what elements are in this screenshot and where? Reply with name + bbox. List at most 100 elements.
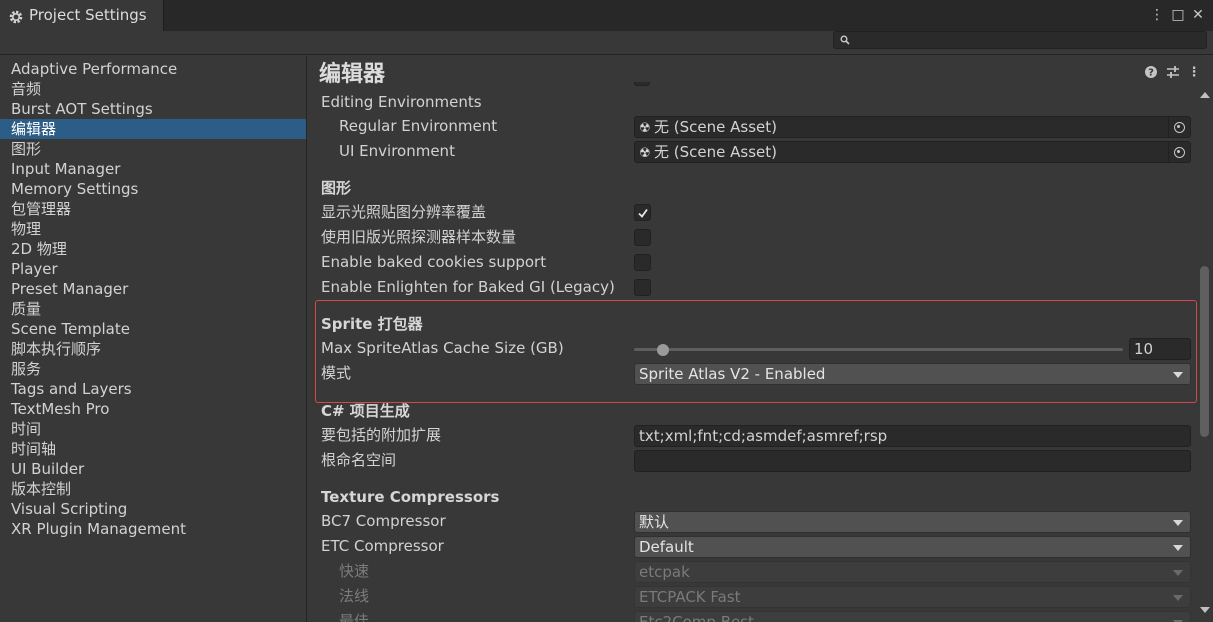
sidebar-item-package-manager[interactable]: 包管理器 <box>0 199 306 219</box>
etc-normal-dropdown: ETCPACK Fast <box>634 586 1191 608</box>
sidebar-item-physics-2d[interactable]: 2D 物理 <box>0 239 306 259</box>
sidebar-item-burst-aot[interactable]: Burst AOT Settings <box>0 99 306 119</box>
sprite-mode-dropdown[interactable]: Sprite Atlas V2 - Enabled <box>634 363 1191 385</box>
legacy-light-probe-checkbox[interactable] <box>634 229 651 246</box>
sidebar-item-version-control[interactable]: 版本控制 <box>0 479 306 499</box>
gear-icon <box>9 10 23 24</box>
sprite-atlas-cache-slider[interactable] <box>634 348 1123 351</box>
sidebar-item-visual-scripting[interactable]: Visual Scripting <box>0 499 306 519</box>
additional-extensions-input[interactable]: txt;xml;fnt;cd;asmdef;asmref;rsp <box>634 425 1191 447</box>
sidebar-item-physics[interactable]: 物理 <box>0 219 306 239</box>
bc7-compressor-dropdown[interactable]: 默认 <box>634 511 1191 533</box>
chevron-down-icon <box>1173 595 1183 601</box>
scene-asset-icon: ☢ <box>639 121 651 136</box>
bc7-compressor-label: BC7 Compressor <box>321 512 446 530</box>
baked-cookies-label: Enable baked cookies support <box>321 253 547 271</box>
close-icon: ✕ <box>1192 7 1204 23</box>
chevron-down-icon <box>1173 570 1183 576</box>
sidebar-item-memory-settings[interactable]: Memory Settings <box>0 179 306 199</box>
lightmap-resolution-override-checkbox[interactable] <box>634 204 651 221</box>
editing-environments-heading: Editing Environments <box>321 93 482 111</box>
tab-project-settings[interactable]: Project Settings <box>0 0 164 31</box>
search-bar <box>0 31 1213 55</box>
sidebar-item-scene-template[interactable]: Scene Template <box>0 319 306 339</box>
etc-compressor-label: ETC Compressor <box>321 537 444 555</box>
settings-content: 编辑器 ? ⋮ Editing Environments Regular Env… <box>308 56 1197 622</box>
etc-compressor-dropdown[interactable]: Default <box>634 536 1191 558</box>
root-namespace-label: 根命名空间 <box>321 451 397 469</box>
settings-menu-button[interactable]: ⋮ <box>1186 64 1198 80</box>
ui-environment-field[interactable]: ☢ 无 (Scene Asset) <box>634 141 1191 163</box>
scrollbar-thumb[interactable] <box>1200 266 1209 437</box>
kebab-menu-icon: ⋮ <box>1150 7 1164 23</box>
object-picker-button[interactable] <box>1168 117 1190 137</box>
enlighten-baked-gi-label: Enable Enlighten for Baked GI (Legacy) <box>321 278 615 296</box>
window-menu-button[interactable]: ⋮ <box>1149 6 1165 24</box>
etc-normal-label: 法线 <box>339 587 370 605</box>
sidebar-item-adaptive-performance[interactable]: Adaptive Performance <box>0 59 306 79</box>
regular-environment-label: Regular Environment <box>339 117 498 135</box>
close-button[interactable]: ✕ <box>1190 6 1206 24</box>
page-title: 编辑器 <box>319 62 386 87</box>
etc-best-dropdown: Etc2Comp Best <box>634 611 1191 622</box>
sprite-mode-label: 模式 <box>321 364 352 382</box>
ui-environment-label: UI Environment <box>339 142 455 160</box>
preset-sliders-icon <box>1167 66 1179 78</box>
search-icon <box>840 35 850 45</box>
sidebar-item-graphics[interactable]: 图形 <box>0 139 306 159</box>
object-picker-icon <box>1174 121 1185 133</box>
additional-extensions-label: 要包括的附加扩展 <box>321 426 442 444</box>
legacy-light-probe-label: 使用旧版光照探测器样本数量 <box>321 228 517 246</box>
maximize-button[interactable]: □ <box>1170 6 1186 24</box>
etc-best-label: 最佳 <box>339 612 370 622</box>
scroll-down-arrow-icon[interactable] <box>1200 607 1210 613</box>
object-picker-button[interactable] <box>1168 142 1190 162</box>
window-titlebar: Project Settings ⋮ □ ✕ <box>0 0 1213 31</box>
enlighten-baked-gi-checkbox[interactable] <box>634 279 651 296</box>
checkmark-icon <box>638 208 648 218</box>
sprite-atlas-cache-size-label: Max SpriteAtlas Cache Size (GB) <box>321 339 564 357</box>
sidebar-item-script-execution-order[interactable]: 脚本执行顺序 <box>0 339 306 359</box>
root-namespace-input[interactable] <box>634 450 1191 472</box>
tab-title: Project Settings <box>29 6 147 24</box>
sidebar-item-tags-and-layers[interactable]: Tags and Layers <box>0 379 306 399</box>
vertical-scrollbar[interactable] <box>1197 56 1213 622</box>
chevron-down-icon <box>1173 520 1183 526</box>
chevron-down-icon <box>1173 545 1183 551</box>
texture-compressors-heading: Texture Compressors <box>321 488 500 506</box>
sprite-atlas-cache-size-input[interactable]: 10 <box>1129 338 1191 360</box>
sidebar-item-time[interactable]: 时间 <box>0 419 306 439</box>
help-icon: ? <box>1145 66 1157 79</box>
sidebar-item-ui-builder[interactable]: UI Builder <box>0 459 306 479</box>
settings-sidebar: Adaptive Performance 音频 Burst AOT Settin… <box>0 56 307 622</box>
preset-button[interactable] <box>1165 64 1181 80</box>
baked-cookies-checkbox[interactable] <box>634 254 651 271</box>
sidebar-item-preset-manager[interactable]: Preset Manager <box>0 279 306 299</box>
search-input[interactable] <box>833 31 1207 49</box>
csharp-project-generation-heading: C# 项目生成 <box>321 402 410 420</box>
scrolled-control-edge <box>634 82 650 86</box>
help-button[interactable]: ? <box>1143 64 1159 80</box>
sidebar-item-timeline[interactable]: 时间轴 <box>0 439 306 459</box>
object-picker-icon <box>1174 146 1185 158</box>
svg-text:?: ? <box>1148 68 1154 79</box>
sidebar-item-xr-plugin-management[interactable]: XR Plugin Management <box>0 519 306 539</box>
regular-environment-field[interactable]: ☢ 无 (Scene Asset) <box>634 116 1191 138</box>
sidebar-item-input-manager[interactable]: Input Manager <box>0 159 306 179</box>
scroll-up-arrow-icon[interactable] <box>1200 92 1210 98</box>
sidebar-item-textmesh-pro[interactable]: TextMesh Pro <box>0 399 306 419</box>
scene-asset-icon: ☢ <box>639 146 651 161</box>
kebab-menu-icon: ⋮ <box>1187 64 1198 80</box>
sidebar-item-services[interactable]: 服务 <box>0 359 306 379</box>
sidebar-item-player[interactable]: Player <box>0 259 306 279</box>
graphics-heading: 图形 <box>321 179 352 197</box>
maximize-icon: □ <box>1171 7 1185 23</box>
etc-fast-label: 快速 <box>339 562 370 580</box>
sidebar-item-editor[interactable]: 编辑器 <box>0 119 306 139</box>
chevron-down-icon <box>1173 372 1183 378</box>
etc-fast-dropdown: etcpak <box>634 561 1191 583</box>
sidebar-item-quality[interactable]: 质量 <box>0 299 306 319</box>
sprite-packer-heading: Sprite 打包器 <box>321 315 423 333</box>
lightmap-resolution-override-label: 显示光照贴图分辨率覆盖 <box>321 203 487 221</box>
sidebar-item-audio[interactable]: 音频 <box>0 79 306 99</box>
